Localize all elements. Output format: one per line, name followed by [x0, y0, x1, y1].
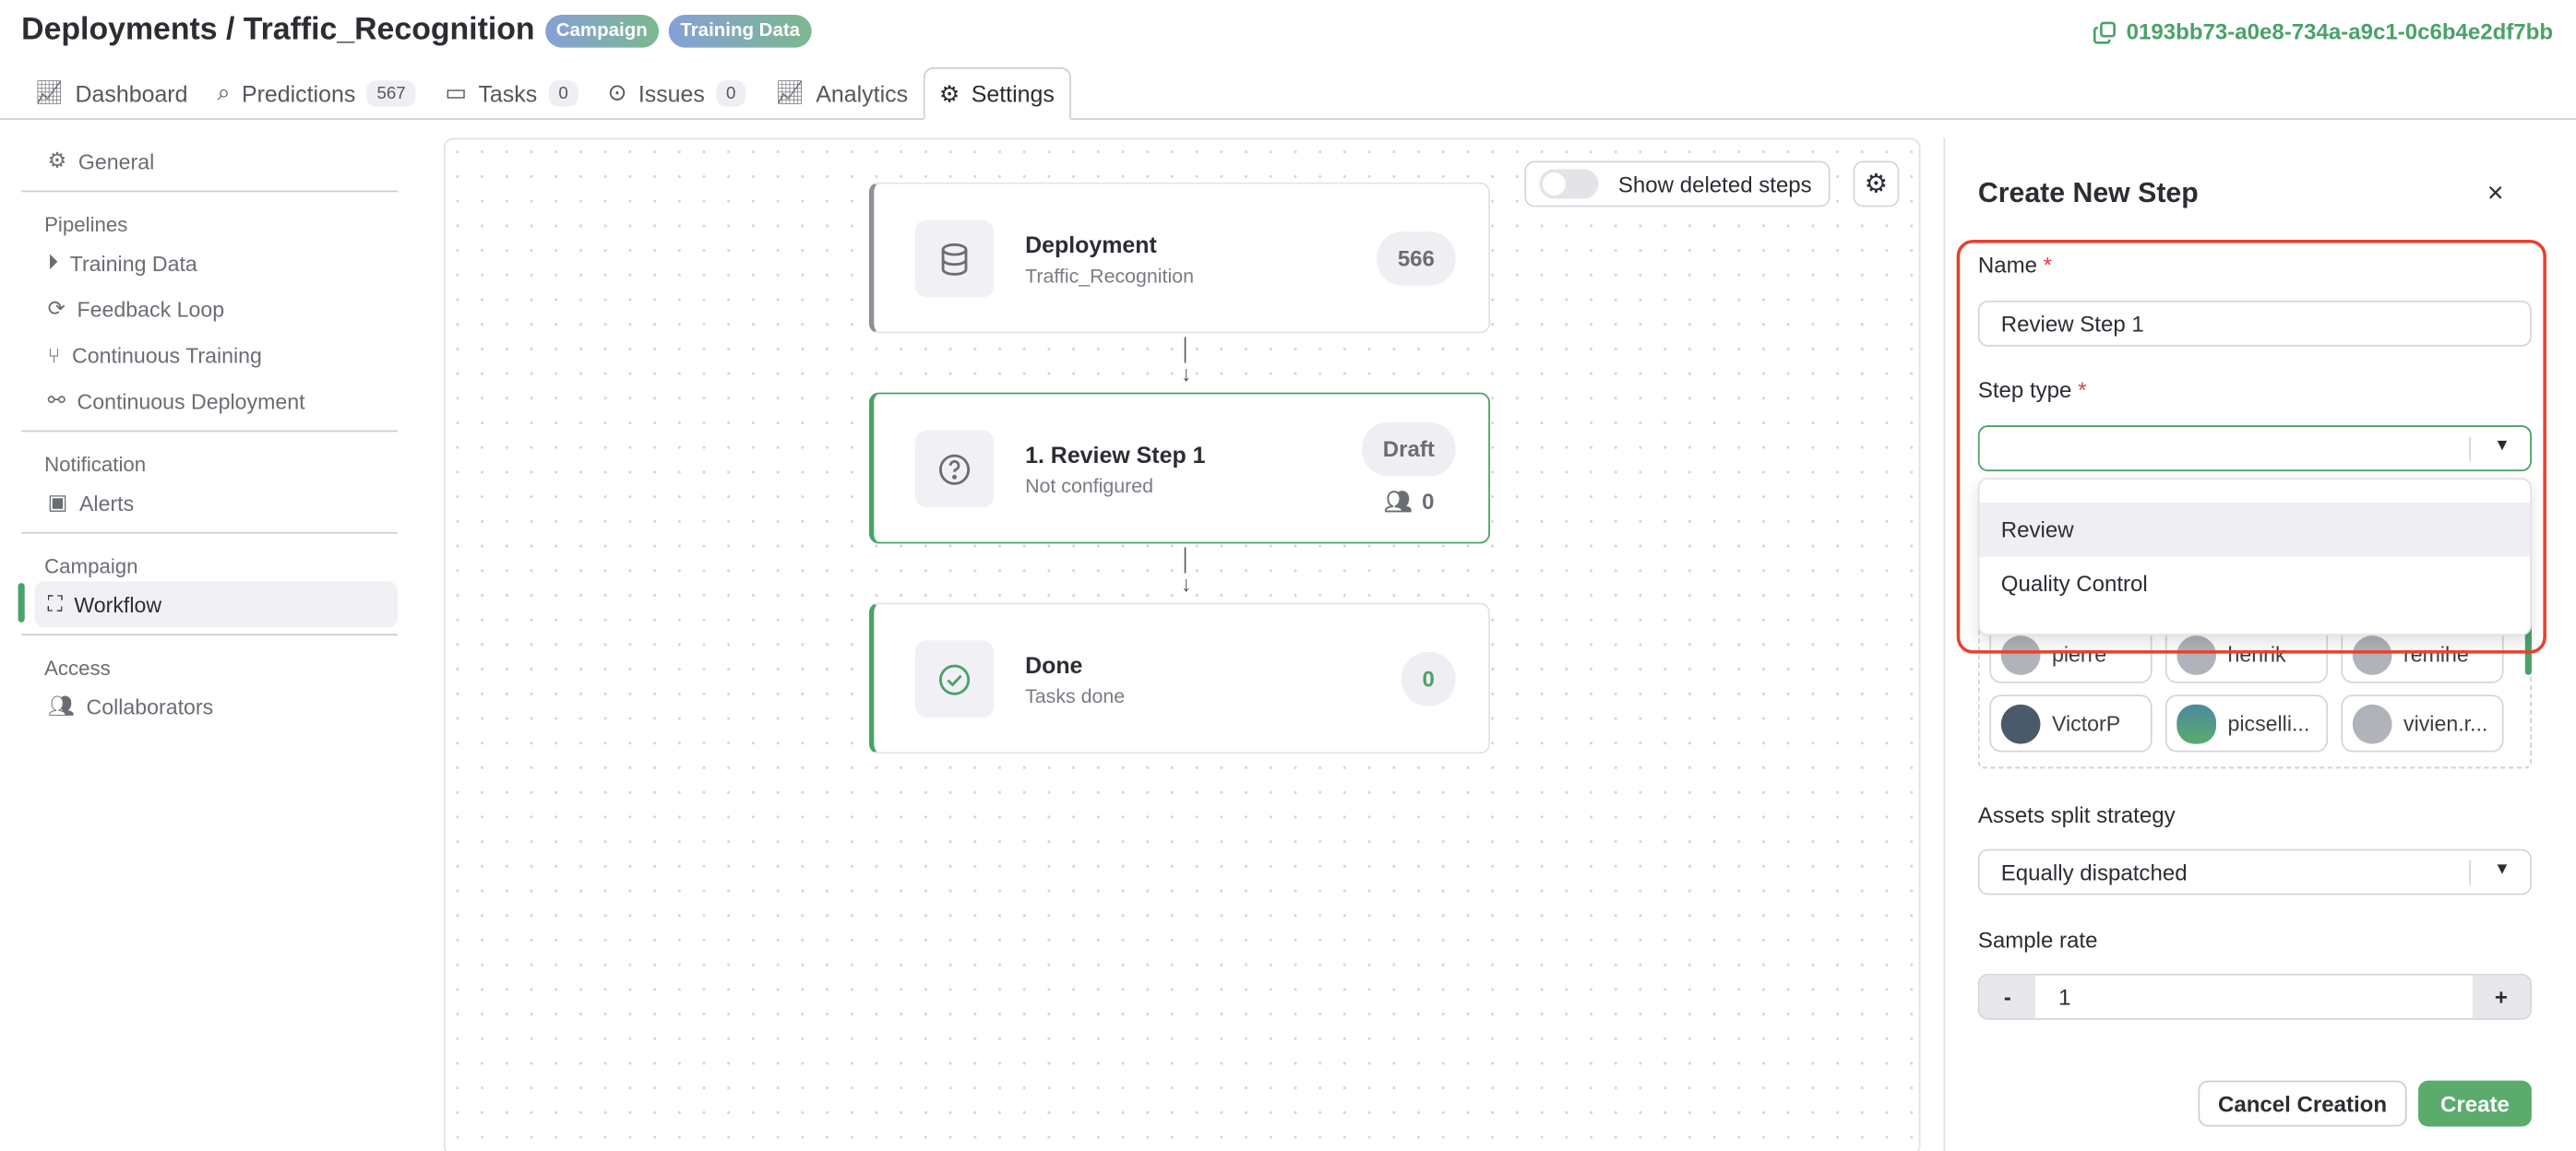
step-card-done[interactable]: Done Tasks done 0: [868, 602, 1491, 754]
step-card-deployment[interactable]: Deployment Traffic_Recognition 566: [868, 182, 1491, 334]
divider: [21, 430, 398, 433]
split-strategy-select[interactable]: Equally dispatched ▼: [1977, 848, 2532, 896]
user-chip[interactable]: picselli...: [2165, 694, 2329, 753]
show-deleted-toggle[interactable]: Show deleted steps: [1524, 160, 1831, 208]
database-icon: [914, 220, 995, 298]
workflow-canvas[interactable]: Show deleted steps ⚙ Deployment Traffic_…: [443, 137, 1921, 1151]
copy-icon: [2093, 20, 2117, 43]
section-heading: Campaign: [44, 554, 138, 578]
decrement-button[interactable]: -: [1979, 975, 2036, 1018]
tab-analytics[interactable]: 📈︎ Analytics: [760, 67, 923, 118]
users-icon: 👥︎: [1383, 489, 1413, 515]
create-button[interactable]: Create: [2418, 1080, 2532, 1127]
sample-rate-stepper: - 1 +: [1977, 973, 2532, 1020]
inbox-icon: ▭: [445, 78, 467, 105]
tab-predictions[interactable]: ⌕ Predictions 567: [203, 67, 431, 118]
canvas-settings-button[interactable]: ⚙: [1853, 160, 1900, 208]
git-branch-icon: ⑂: [47, 342, 61, 367]
tab-tasks[interactable]: ▭ Tasks 0: [430, 67, 592, 118]
tab-bar: 📈︎ Dashboard ⌕ Predictions 567 ▭ Tasks 0 ⊙ Iss…: [0, 67, 2576, 120]
badge-campaign: Campaign: [544, 15, 660, 48]
settings-sidebar: ⚙ General Pipelines ⏵ Training Data ⟳ Feedb…: [18, 138, 398, 730]
increment-button[interactable]: +: [2472, 975, 2531, 1018]
count-badge: 566: [1377, 231, 1456, 286]
chevron-down-icon: ▼: [2494, 860, 2510, 879]
sidebar-item-training-data[interactable]: ⏵ Training Data: [21, 240, 398, 286]
sidebar-item-alerts[interactable]: ▣ Alerts: [21, 480, 398, 526]
section-heading: Notification: [44, 453, 147, 477]
question-circle-icon: [914, 430, 995, 508]
section-heading: Pipelines: [44, 213, 128, 237]
highlight-box: [1956, 239, 2546, 654]
sidebar-item-continuous-training[interactable]: ⑂ Continuous Training: [21, 332, 398, 378]
divider: [21, 531, 398, 534]
chart-line-icon: 📈︎: [775, 78, 805, 105]
page-title: Deployments / Traffic_Recognition Campai…: [21, 13, 812, 49]
avatar: [2000, 703, 2041, 743]
refresh-icon: ⟳: [47, 295, 66, 321]
create-step-panel: Create New Step × Name * Review Step 1 S…: [1943, 137, 2576, 1151]
sidebar-item-feedback-loop[interactable]: ⟳ Feedback Loop: [21, 286, 398, 332]
count-badge: 0: [1401, 651, 1456, 706]
cancel-creation-button[interactable]: Cancel Creation: [2198, 1080, 2407, 1127]
sidebar-item-workflow[interactable]: ⛶ Workflow: [18, 581, 398, 628]
user-chip[interactable]: VictorP: [1989, 694, 2153, 753]
status-badge: Draft: [1362, 421, 1456, 477]
webhook-icon: ⚯: [47, 387, 66, 412]
sidebar-item-collaborators[interactable]: 👥︎ Collaborators: [21, 683, 398, 730]
tab-dashboard[interactable]: 📈︎ Dashboard: [19, 67, 202, 118]
alert-icon: ▣: [47, 489, 68, 515]
play-circle-icon: ⏵: [47, 249, 59, 275]
count-badge: 0: [716, 79, 746, 106]
divider: [21, 190, 398, 193]
circle-dot-icon: ⊙: [607, 78, 627, 105]
deployment-id[interactable]: 0193bb73-a0e8-734a-a9c1-0c6b4e2df7bb: [2093, 19, 2553, 44]
badge-training-data: Training Data: [668, 15, 812, 48]
assignee-count: 👥︎ 0: [1383, 489, 1435, 515]
close-icon[interactable]: ×: [2487, 177, 2504, 210]
users-icon: 👥︎: [47, 693, 76, 718]
count-badge: 567: [366, 79, 416, 106]
chart-line-icon: 📈︎: [34, 78, 65, 105]
sample-rate-input[interactable]: 1: [2035, 984, 2473, 1009]
user-chip[interactable]: vivien.r...: [2341, 694, 2504, 753]
gear-icon: ⚙: [47, 148, 67, 172]
avatar: [2352, 703, 2392, 743]
search-icon: ⌕: [217, 78, 231, 105]
breadcrumb: Deployments / Traffic_Recognition: [21, 13, 535, 48]
step-card-review[interactable]: 1. Review Step 1 Not configured Draft 👥︎…: [868, 392, 1491, 544]
section-heading: Access: [44, 657, 111, 681]
gear-icon: ⚙: [1864, 171, 1889, 199]
panel-title: Create New Step: [1977, 177, 2199, 209]
divider: [21, 634, 398, 636]
workflow-icon: ⛶: [47, 591, 63, 616]
tab-issues[interactable]: ⊙ Issues 0: [592, 67, 760, 118]
sidebar-item-general[interactable]: ⚙ General: [21, 138, 398, 184]
arrow-down-icon: │ ↓: [1179, 337, 1193, 386]
arrow-down-icon: │ ↓: [1179, 546, 1193, 597]
toggle-switch[interactable]: [1539, 169, 1599, 199]
gear-icon: ⚙: [938, 79, 960, 106]
count-badge: 0: [548, 79, 578, 106]
sample-rate-label: Sample rate: [1977, 928, 2098, 953]
sidebar-item-continuous-deployment[interactable]: ⚯ Continuous Deployment: [21, 378, 398, 424]
tab-settings[interactable]: ⚙ Settings: [923, 67, 1071, 120]
avatar: [2176, 703, 2217, 743]
split-strategy-label: Assets split strategy: [1977, 802, 2176, 828]
check-circle-icon: [914, 640, 995, 718]
